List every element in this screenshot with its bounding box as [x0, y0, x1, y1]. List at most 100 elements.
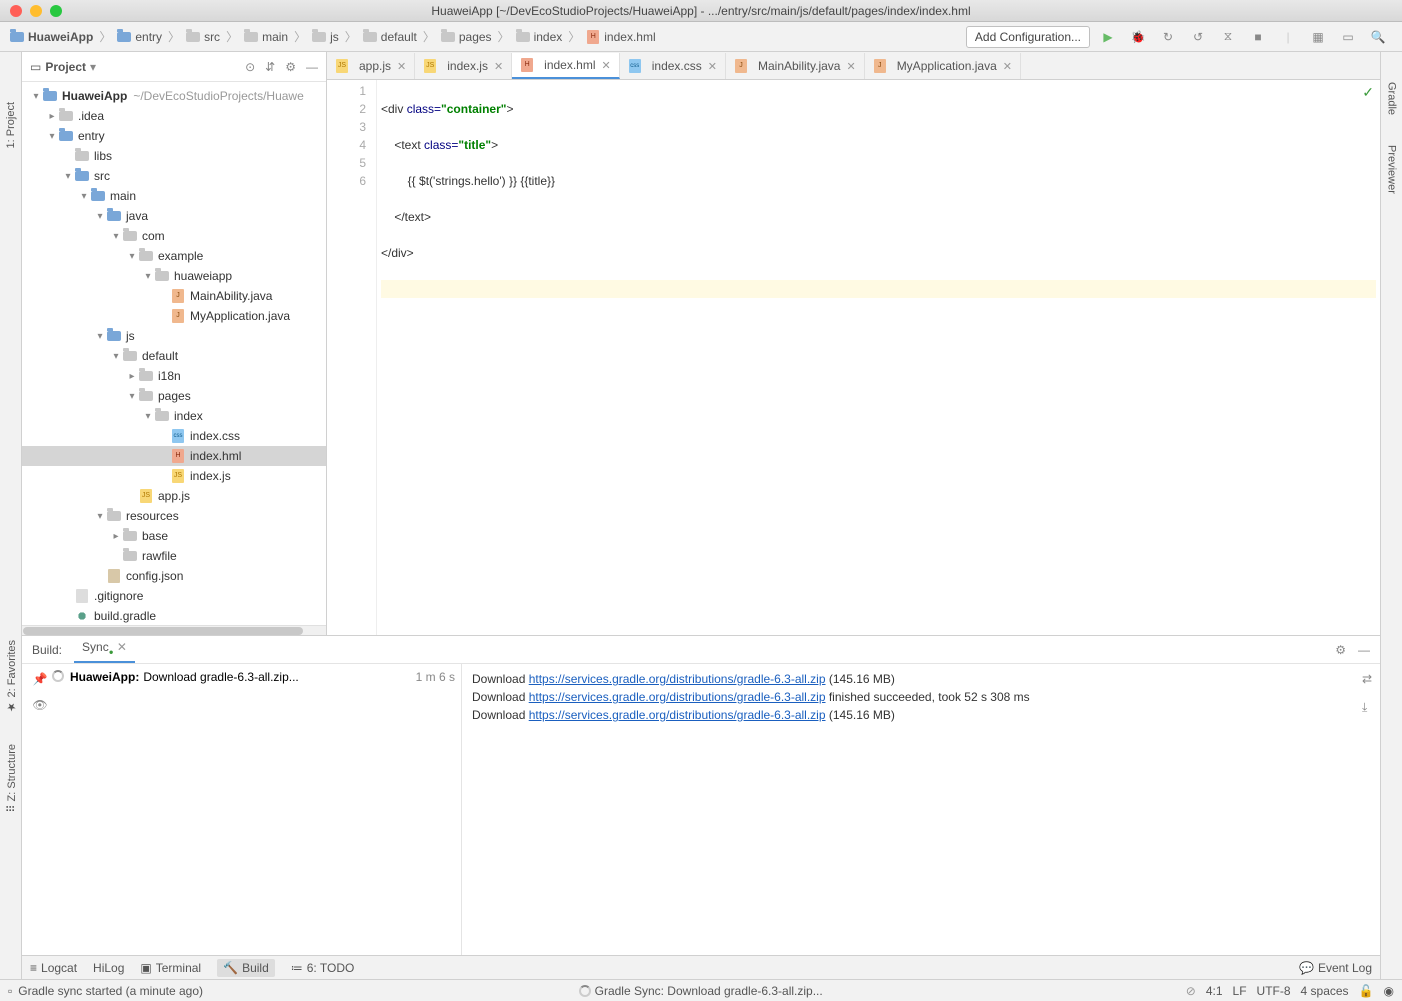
tree-item-java[interactable]: ▾java	[22, 206, 326, 226]
tree-item-app.js[interactable]: JSapp.js	[22, 486, 326, 506]
project-tool-button[interactable]: 1: Project	[5, 102, 17, 148]
device-icon[interactable]: ▭	[1340, 29, 1356, 45]
project-tree[interactable]: ▾HuaweiApp~/DevEcoStudioProjects/Huawe▸.…	[22, 82, 326, 625]
dropdown-icon[interactable]: ▾	[90, 60, 96, 74]
tree-item-example[interactable]: ▾example	[22, 246, 326, 266]
tree-item-src[interactable]: ▾src	[22, 166, 326, 186]
download-url-link[interactable]: https://services.gradle.org/distribution…	[529, 672, 826, 686]
breadcrumb-main[interactable]: main	[240, 28, 292, 46]
scroll-end-icon[interactable]: ⤓	[1362, 698, 1372, 716]
tree-item-libs[interactable]: libs	[22, 146, 326, 166]
todo-tab[interactable]: ≔ 6: TODO	[291, 961, 355, 975]
close-tab-icon[interactable]: ✕	[397, 60, 406, 73]
tree-item-com[interactable]: ▾com	[22, 226, 326, 246]
breadcrumb-default[interactable]: default	[359, 28, 421, 46]
tree-item-index.css[interactable]: cssindex.css	[22, 426, 326, 446]
editor-tab-index.hml[interactable]: Hindex.hml✕	[512, 53, 620, 79]
download-url-link[interactable]: https://services.gradle.org/distribution…	[529, 690, 826, 704]
stop-icon[interactable]: ■	[1250, 29, 1266, 45]
logcat-tab[interactable]: ≡ Logcat	[30, 961, 77, 975]
eye-icon[interactable]: 👁	[32, 698, 47, 712]
breadcrumb-pages[interactable]: pages	[437, 28, 496, 46]
close-tab-icon[interactable]: ✕	[602, 59, 611, 72]
tree-item-MyApplication.java[interactable]: JMyApplication.java	[22, 306, 326, 326]
code-area[interactable]: <div class="container"> <text class="tit…	[377, 80, 1380, 635]
tree-item-HuaweiApp[interactable]: ▾HuaweiApp~/DevEcoStudioProjects/Huawe	[22, 86, 326, 106]
scroll-target-icon[interactable]: ⊙	[245, 60, 255, 74]
breadcrumb-index.hml[interactable]: Hindex.hml	[582, 28, 659, 46]
tree-item-huaweiapp[interactable]: ▾huaweiapp	[22, 266, 326, 286]
tree-item-config.json[interactable]: config.json	[22, 566, 326, 586]
build-tasks-tree[interactable]: 📌 👁 HuaweiApp: Download gradle-6.3-all.z…	[22, 664, 462, 955]
breadcrumb-HuaweiApp[interactable]: HuaweiApp	[6, 28, 97, 46]
build-log[interactable]: ⇄ ⤓ Download https://services.gradle.org…	[462, 664, 1380, 955]
view-mode-icon[interactable]: ▭	[30, 60, 41, 74]
build-hide-icon[interactable]: —	[1358, 643, 1370, 657]
build-tab[interactable]: 🔨 Build	[217, 959, 275, 977]
readonly-icon[interactable]: 🔓	[1359, 984, 1374, 998]
tree-item-main[interactable]: ▾main	[22, 186, 326, 206]
memory-icon[interactable]: ◉	[1384, 984, 1394, 998]
breadcrumb-entry[interactable]: entry	[113, 28, 166, 46]
hilog-tab[interactable]: HiLog	[93, 961, 124, 975]
line-separator[interactable]: LF	[1233, 984, 1247, 998]
close-tab-icon[interactable]: ✕	[1003, 60, 1012, 73]
terminal-tab[interactable]: ▣ Terminal	[140, 961, 201, 975]
editor-tab-app.js[interactable]: JSapp.js✕	[327, 53, 415, 79]
tree-item-base[interactable]: ▸base	[22, 526, 326, 546]
breadcrumb-index[interactable]: index	[512, 28, 567, 46]
run-icon[interactable]: ▶	[1100, 29, 1116, 45]
project-pane-label[interactable]: Project	[45, 60, 86, 74]
tree-item-pages[interactable]: ▾pages	[22, 386, 326, 406]
build-tab-sync[interactable]: Sync● ✕	[74, 636, 135, 662]
hide-icon[interactable]: —	[306, 60, 318, 74]
tree-item-index.js[interactable]: JSindex.js	[22, 466, 326, 486]
tree-item-.idea[interactable]: ▸.idea	[22, 106, 326, 126]
download-url-link[interactable]: https://services.gradle.org/distribution…	[529, 708, 826, 722]
editor-tab-MyApplication.java[interactable]: JMyApplication.java✕	[865, 53, 1021, 79]
close-tab-icon[interactable]: ✕	[494, 60, 503, 73]
layout-icon[interactable]: ▦	[1310, 29, 1326, 45]
tree-item-js[interactable]: ▾js	[22, 326, 326, 346]
rerun-failed-icon[interactable]: ↺	[1190, 29, 1206, 45]
build-settings-icon[interactable]: ⚙	[1335, 643, 1346, 657]
tree-item-index[interactable]: ▾index	[22, 406, 326, 426]
inspection-ok-icon[interactable]: ✓	[1362, 84, 1374, 101]
run-configuration-selector[interactable]: Add Configuration...	[966, 26, 1090, 48]
structure-tool-button[interactable]: ⠿ Z: Structure	[5, 744, 18, 813]
tree-item-default[interactable]: ▾default	[22, 346, 326, 366]
tree-item-.gitignore[interactable]: .gitignore	[22, 586, 326, 606]
caret-position[interactable]: 4:1	[1206, 984, 1223, 998]
editor-tab-MainAbility.java[interactable]: JMainAbility.java✕	[726, 53, 865, 79]
tree-item-index.hml[interactable]: Hindex.hml	[22, 446, 326, 466]
tree-item-resources[interactable]: ▾resources	[22, 506, 326, 526]
gradle-tool-button[interactable]: Gradle	[1386, 82, 1398, 115]
event-log-tab[interactable]: 💬 Event Log	[1299, 961, 1372, 975]
editor-tab-index.js[interactable]: JSindex.js✕	[415, 53, 512, 79]
tree-item-i18n[interactable]: ▸i18n	[22, 366, 326, 386]
rerun-icon[interactable]: ↻	[1160, 29, 1176, 45]
tree-item-build.gradle[interactable]: build.gradle	[22, 606, 326, 625]
breadcrumb-src[interactable]: src	[182, 28, 224, 46]
cancel-progress-icon[interactable]: ⊘	[1186, 984, 1196, 998]
soft-wrap-icon[interactable]: ⇄	[1362, 670, 1372, 688]
close-tab-icon[interactable]: ✕	[846, 60, 855, 73]
favorites-tool-button[interactable]: ★ 2: Favorites	[5, 640, 18, 714]
previewer-tool-button[interactable]: Previewer	[1386, 145, 1398, 194]
profiler-icon[interactable]: ⧖	[1220, 29, 1236, 45]
tree-scrollbar[interactable]	[22, 625, 326, 635]
collapse-icon[interactable]: ⇵	[265, 60, 275, 74]
search-icon[interactable]: 🔍	[1370, 29, 1386, 45]
tree-item-MainAbility.java[interactable]: JMainAbility.java	[22, 286, 326, 306]
status-icon[interactable]: ▫	[8, 984, 12, 998]
indent-setting[interactable]: 4 spaces	[1301, 984, 1349, 998]
settings-icon[interactable]: ⚙	[285, 60, 296, 74]
tree-item-entry[interactable]: ▾entry	[22, 126, 326, 146]
debug-icon[interactable]: 🐞	[1130, 29, 1146, 45]
editor-body[interactable]: ✓ 123456 <div class="container"> <text c…	[327, 80, 1380, 635]
pin-icon[interactable]: 📌	[33, 672, 48, 686]
close-tab-icon[interactable]: ✕	[708, 60, 717, 73]
tree-item-rawfile[interactable]: rawfile	[22, 546, 326, 566]
editor-tab-index.css[interactable]: cssindex.css✕	[620, 53, 726, 79]
file-encoding[interactable]: UTF-8	[1257, 984, 1291, 998]
